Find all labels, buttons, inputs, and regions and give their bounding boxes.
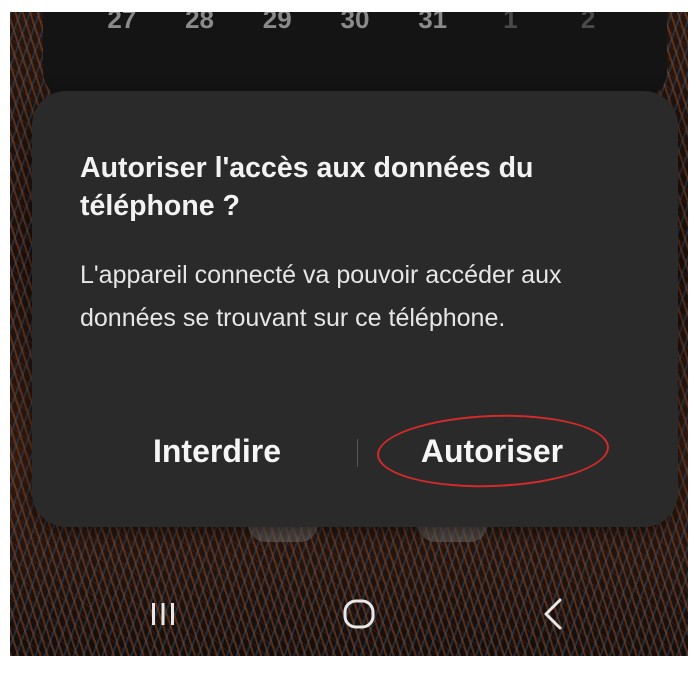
dialog-title: Autoriser l'accès aux données du télépho… [80,152,534,222]
calendar-day[interactable]: 28 [175,12,225,35]
calendar-day[interactable]: 1 [485,12,535,35]
navigation-bar [10,584,688,644]
page-margin [0,656,693,693]
recents-button[interactable] [128,584,198,644]
allow-button[interactable]: Autoriser [402,419,582,483]
calendar-day[interactable]: 30 [330,12,380,35]
button-divider [357,439,358,467]
calendar-widget: 27 28 29 30 31 1 2 [43,12,667,98]
deny-button[interactable]: Interdire [137,419,297,483]
back-icon [544,598,562,630]
calendar-day[interactable]: 27 [97,12,147,35]
calendar-day[interactable]: 29 [252,12,302,35]
back-button[interactable] [518,584,588,644]
recents-icon [152,603,174,625]
calendar-day[interactable]: 31 [408,12,458,35]
permission-dialog: Autoriser l'accès aux données du télépho… [32,91,678,527]
home-button[interactable] [324,584,394,644]
dialog-message: L'appareil connecté va pouvoir accéder a… [80,261,562,332]
calendar-week-row: 27 28 29 30 31 1 2 [43,12,667,35]
home-icon [343,599,375,629]
screenshot-page: 27 28 29 30 31 1 2 Autoriser l'accès aux… [0,0,693,693]
phone-screen: 27 28 29 30 31 1 2 Autoriser l'accès aux… [10,12,688,656]
dialog-actions: Interdire Autoriser [32,410,678,492]
calendar-day[interactable]: 2 [563,12,613,35]
